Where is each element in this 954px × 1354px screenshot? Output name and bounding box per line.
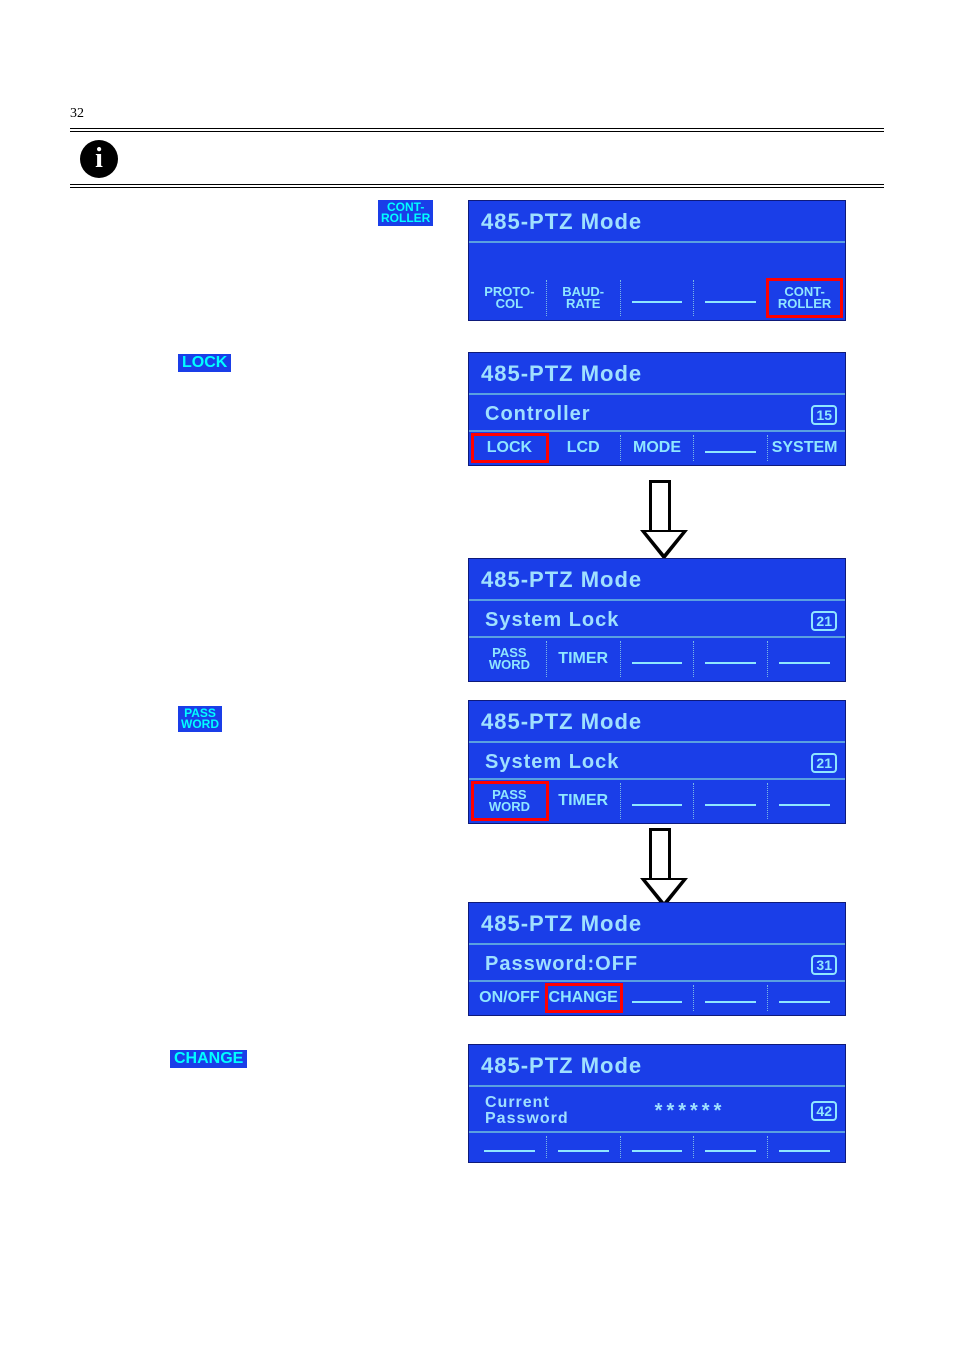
softkey[interactable]: TIMER	[547, 641, 621, 677]
lcd-title: 485-PTZ Mode	[469, 201, 845, 243]
lcd-softkeys: PASSWORDTIMER	[469, 638, 845, 681]
lcd-sub-line1: Current	[485, 1094, 550, 1111]
softkey-dash	[779, 1150, 830, 1152]
lcd-panel-password-off: 485-PTZ Mode Password:OFF 31 ON/OFFCHANG…	[468, 902, 846, 1016]
info-icon: i	[80, 140, 118, 178]
lcd-sub-line2: Password	[485, 1110, 569, 1127]
softkey[interactable]: PASSWORD	[473, 641, 547, 677]
chip-lock: LOCK	[178, 354, 231, 372]
lcd-softkeys: ON/OFFCHANGE	[469, 982, 845, 1015]
softkey-dash	[632, 301, 683, 303]
lcd-subtitle: System Lock 21	[469, 601, 845, 638]
softkey-dash	[705, 1001, 756, 1003]
softkey-dash	[632, 1001, 683, 1003]
lcd-sub-text: Password:OFF	[485, 953, 638, 976]
softkey-dash	[705, 451, 756, 453]
chip-controller: CONT- ROLLER	[378, 200, 433, 226]
lcd-softkeys	[469, 1133, 845, 1162]
lcd-softkeys: LOCKLCDMODE SYSTEM	[469, 432, 845, 465]
softkey[interactable]	[694, 435, 768, 461]
lcd-subtitle: System Lock 21	[469, 743, 845, 780]
lcd-panel-system-lock: 485-PTZ Mode System Lock 21 PASSWORDTIME…	[468, 558, 846, 682]
softkey-dash	[632, 804, 683, 806]
softkey[interactable]: PASSWORD	[473, 783, 547, 819]
lcd-panel-ptz-mode: 485-PTZ Mode PROTO-COLBAUD-RATE CONT-ROLL…	[468, 200, 846, 321]
softkey[interactable]: PROTO-COL	[473, 280, 547, 316]
chip-password: PASS WORD	[178, 706, 222, 732]
softkey-dash	[632, 662, 683, 664]
softkey[interactable]: CONT-ROLLER	[768, 280, 841, 316]
lcd-title: 485-PTZ Mode	[469, 353, 845, 395]
softkey-dash	[484, 1150, 535, 1152]
softkey[interactable]	[621, 985, 695, 1011]
lcd-title: 485-PTZ Mode	[469, 1045, 845, 1087]
lcd-password-mask: ******	[655, 1100, 726, 1123]
softkey[interactable]	[621, 783, 695, 819]
softkey[interactable]: SYSTEM	[768, 435, 841, 461]
lcd-sub-text: Controller	[485, 403, 591, 426]
lcd-panel-system-lock-highlight: 485-PTZ Mode System Lock 21 PASSWORDTIME…	[468, 700, 846, 824]
lcd-panel-current-password: 485-PTZ Mode Current Password ****** 42	[468, 1044, 846, 1163]
softkey[interactable]	[621, 641, 695, 677]
softkey[interactable]: ON/OFF	[473, 985, 547, 1011]
lcd-sub-num: 21	[811, 611, 837, 631]
softkey[interactable]	[768, 641, 841, 677]
softkey[interactable]	[768, 1136, 841, 1158]
softkey-dash	[632, 1150, 683, 1152]
lcd-title: 485-PTZ Mode	[469, 559, 845, 601]
chip-label: ROLLER	[381, 211, 430, 225]
lcd-sub-num: 15	[811, 405, 837, 425]
softkey[interactable]: TIMER	[547, 783, 621, 819]
lcd-sub-num: 21	[811, 753, 837, 773]
lcd-sub-text: System Lock	[485, 751, 619, 774]
lcd-subtitle: Password:OFF 31	[469, 945, 845, 982]
softkey-dash	[558, 1150, 609, 1152]
lcd-sub-num: 42	[811, 1101, 837, 1121]
down-arrow-icon	[640, 828, 680, 908]
softkey[interactable]	[768, 985, 841, 1011]
softkey-dash	[779, 804, 830, 806]
lcd-softkeys: PASSWORDTIMER	[469, 780, 845, 823]
lcd-panel-controller: 485-PTZ Mode Controller 15 LOCKLCDMODE SY…	[468, 352, 846, 466]
softkey[interactable]	[694, 641, 768, 677]
chip-change: CHANGE	[170, 1050, 247, 1068]
lcd-softkeys: PROTO-COLBAUD-RATE CONT-ROLLER	[469, 277, 845, 320]
softkey[interactable]	[694, 1136, 768, 1158]
info-indicator: i	[80, 140, 118, 178]
softkey-dash	[705, 804, 756, 806]
softkey[interactable]	[694, 280, 768, 316]
lcd-sub-text: Current Password	[485, 1095, 569, 1127]
softkey[interactable]	[694, 985, 768, 1011]
softkey-dash	[705, 1150, 756, 1152]
page-number: 32	[70, 106, 84, 122]
softkey[interactable]	[768, 783, 841, 819]
lcd-sub-text: System Lock	[485, 609, 619, 632]
lcd-subtitle: Current Password ****** 42	[469, 1087, 845, 1133]
chip-label: WORD	[181, 717, 219, 731]
softkey-dash	[705, 662, 756, 664]
lcd-title: 485-PTZ Mode	[469, 701, 845, 743]
top-rule	[70, 128, 884, 132]
softkey[interactable]: CHANGE	[547, 985, 621, 1011]
lcd-title: 485-PTZ Mode	[469, 903, 845, 945]
softkey-dash	[705, 301, 756, 303]
softkey[interactable]	[547, 1136, 621, 1158]
down-arrow-icon	[640, 480, 680, 560]
softkey[interactable]: LCD	[547, 435, 621, 461]
softkey-dash	[779, 1001, 830, 1003]
softkey[interactable]: LOCK	[473, 435, 547, 461]
lcd-subtitle: Controller 15	[469, 395, 845, 432]
softkey-dash	[779, 662, 830, 664]
under-icon-rule	[70, 184, 884, 188]
softkey[interactable]	[694, 783, 768, 819]
softkey[interactable]: MODE	[621, 435, 695, 461]
softkey[interactable]	[621, 1136, 695, 1158]
lcd-sub-num: 31	[811, 955, 837, 975]
softkey[interactable]	[621, 280, 695, 316]
softkey[interactable]	[473, 1136, 547, 1158]
softkey[interactable]: BAUD-RATE	[547, 280, 621, 316]
